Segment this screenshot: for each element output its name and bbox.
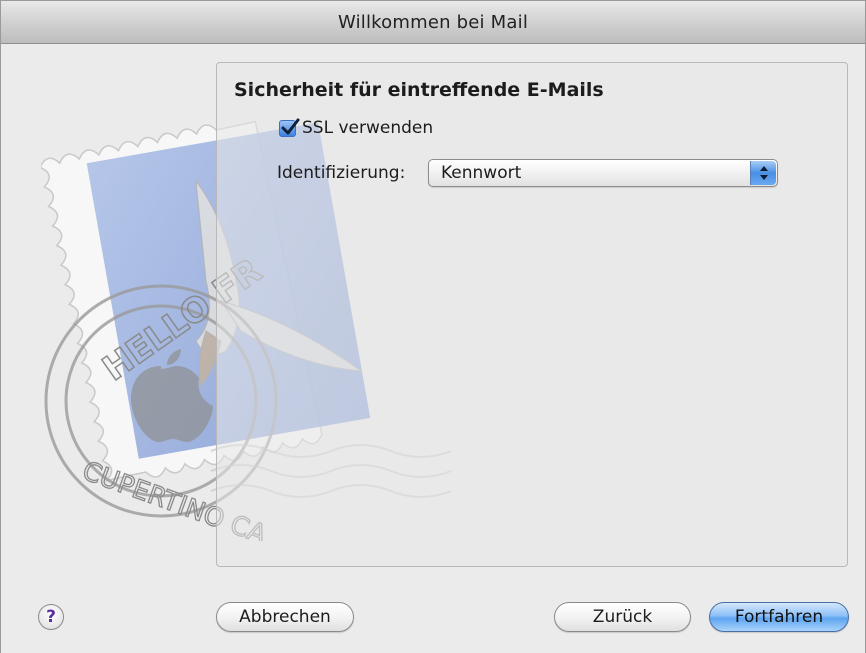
- up-down-arrows-icon: [760, 166, 768, 180]
- mail-setup-window: Willkommen bei Mail HELLO FR CUPERTINO C…: [0, 0, 866, 653]
- ssl-checkbox-label[interactable]: SSL verwenden: [302, 118, 433, 138]
- cancel-button[interactable]: Abbrechen: [216, 602, 354, 632]
- title-bar[interactable]: Willkommen bei Mail: [1, 1, 865, 44]
- popup-arrows[interactable]: [750, 161, 776, 185]
- back-button[interactable]: Zurück: [554, 602, 691, 632]
- section-title: Sicherheit für eintreffende E-Mails: [234, 79, 604, 101]
- auth-popup-button[interactable]: Kennwort: [428, 159, 778, 187]
- help-button[interactable]: ?: [38, 604, 64, 630]
- checkmark-icon: [281, 118, 300, 134]
- ssl-option[interactable]: SSL verwenden: [279, 118, 433, 138]
- auth-selected-value: Kennwort: [441, 163, 522, 183]
- continue-button[interactable]: Fortfahren: [709, 602, 849, 632]
- auth-field-label: Identifizierung:: [277, 163, 406, 183]
- ssl-checkbox[interactable]: [279, 118, 300, 137]
- window-title: Willkommen bei Mail: [337, 11, 529, 33]
